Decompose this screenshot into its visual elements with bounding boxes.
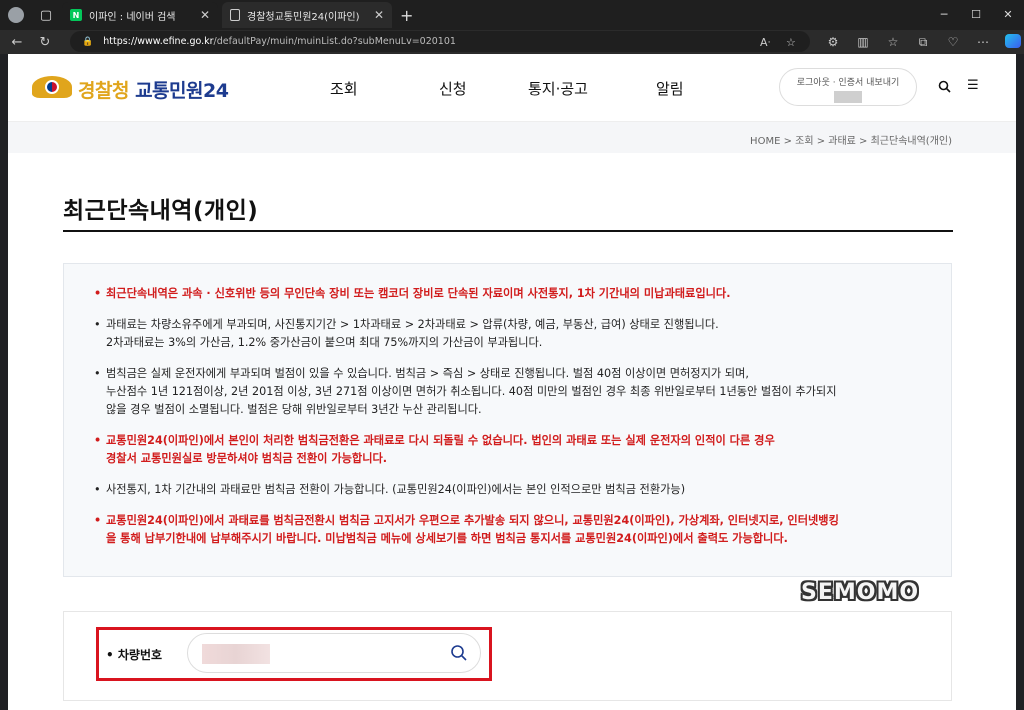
extension-icons: ⚙ ▥ ☆ ⧉ ♡ ⋯ bbox=[818, 30, 1024, 54]
vehicle-number-label: • 차량번호 bbox=[106, 648, 163, 662]
site-logo[interactable]: 경찰청 교통민원24 bbox=[32, 72, 229, 106]
page-title: 최근단속내역(개인) bbox=[63, 198, 259, 224]
naver-favicon-icon: N bbox=[70, 9, 82, 21]
user-name-blurred bbox=[834, 91, 862, 103]
logout-cert-export-link[interactable]: 로그아웃 · 인증서 내보내기 bbox=[780, 75, 916, 88]
tab-title: 경찰청교통민원24(이파인) bbox=[247, 11, 360, 23]
collections-icon[interactable]: ⧉ bbox=[908, 35, 938, 50]
notice-line: 교통민원24(이파인)에서 과태료를 범칙금전환시 범칙금 고지서가 우편으로 … bbox=[106, 514, 839, 527]
site-header: 경찰청 교통민원24 조회 신청 통지·공고 알림 로그아웃 · 인증서 내보내… bbox=[8, 54, 1016, 121]
browser-tab-naver[interactable]: N 이파인 : 네이버 검색 ✕ bbox=[62, 2, 218, 28]
menu-icon[interactable]: ☰ bbox=[967, 78, 979, 93]
favorite-star-icon[interactable]: ☆ bbox=[786, 36, 796, 49]
tab-title: 이파인 : 네이버 검색 bbox=[89, 11, 176, 23]
browser-tab-efine[interactable]: 경찰청교통민원24(이파인) ✕ bbox=[222, 2, 392, 28]
more-icon[interactable]: ⋯ bbox=[968, 35, 998, 49]
login-box[interactable]: 로그아웃 · 인증서 내보내기 bbox=[779, 68, 917, 106]
notice-line: 누산점수 1년 121점이상, 2년 201점 이상, 3년 271점 이상이면… bbox=[106, 385, 837, 398]
web-page: 경찰청 교통민원24 조회 신청 통지·공고 알림 로그아웃 · 인증서 내보내… bbox=[8, 54, 1016, 710]
police-emblem-icon bbox=[32, 72, 72, 106]
close-tab-icon[interactable]: ✕ bbox=[200, 8, 210, 22]
notice-box: 최근단속내역은 과속 · 신호위반 등의 무인단속 장비 또는 캠코더 장비로 … bbox=[63, 263, 952, 577]
notice-line: 않을 경우 벌점이 소멸됩니다. 벌점은 당해 위반일로부터 3년간 누산 관리… bbox=[106, 403, 482, 416]
notice-line: 을 통해 납부기한내에 납부해주시기 바랍니다. 미납범칙금 메뉴에 상세보기를… bbox=[106, 532, 788, 545]
notice-line: 최근단속내역은 과속 · 신호위반 등의 무인단속 장비 또는 캠코더 장비로 … bbox=[106, 287, 731, 300]
refresh-icon[interactable]: ↻ bbox=[34, 35, 56, 50]
nav-apply[interactable]: 신청 bbox=[439, 78, 467, 99]
new-tab-button[interactable]: + bbox=[400, 6, 413, 25]
notice-item: 최근단속내역은 과속 · 신호위반 등의 무인단속 장비 또는 캠코더 장비로 … bbox=[94, 285, 934, 303]
breadcrumb-bar: HOME > 조회 > 과태료 > 최근단속내역(개인) bbox=[8, 121, 1016, 153]
notice-item: 과태료는 차량소유주에게 부과되며, 사진통지기간 > 1차과태료 > 2차과태… bbox=[94, 316, 934, 352]
favorites-icon[interactable]: ☆ bbox=[878, 35, 908, 49]
title-divider bbox=[63, 230, 953, 232]
vehicle-number-input[interactable] bbox=[187, 633, 481, 673]
url-host: https://www.efine.go.kr bbox=[103, 36, 214, 47]
notice-item: 범칙금은 실제 운전자에게 부과되며 벌점이 있을 수 있습니다. 범칙금 > … bbox=[94, 365, 934, 419]
tab-actions-icon[interactable]: ▢ bbox=[34, 3, 58, 27]
maximize-icon[interactable]: ☐ bbox=[960, 0, 992, 30]
browser-toolbar: ← ↻ 🔒 https://www.efine.go.kr/defaultPay… bbox=[0, 30, 1024, 54]
notice-list: 최근단속내역은 과속 · 신호위반 등의 무인단속 장비 또는 캠코더 장비로 … bbox=[94, 285, 934, 561]
input-value-blurred bbox=[202, 644, 270, 664]
notice-item: 교통민원24(이파인)에서 과태료를 범칙금전환시 범칙금 고지서가 우편으로 … bbox=[94, 512, 934, 548]
logo-service: 교통민원24 bbox=[135, 79, 229, 102]
breadcrumb: HOME > 조회 > 과태료 > 최근단속내역(개인) bbox=[750, 136, 952, 147]
notice-line: 2차과태료는 3%의 가산금, 1.2% 중가산금이 붙으며 최대 75%까지의… bbox=[106, 336, 543, 349]
watermark: SEMOMO bbox=[801, 580, 920, 605]
close-window-icon[interactable]: ✕ bbox=[992, 0, 1024, 30]
logo-agency: 경찰청 bbox=[78, 79, 129, 102]
page-favicon-icon bbox=[230, 9, 240, 21]
profile-avatar[interactable] bbox=[4, 3, 28, 27]
minimize-icon[interactable]: ─ bbox=[928, 0, 960, 30]
notice-item: 사전통지, 1차 기간내의 과태료만 범칙금 전환이 가능합니다. (교통민원2… bbox=[94, 481, 934, 499]
notice-line: 경찰서 교통민원실로 방문하셔야 범칙금 전환이 가능합니다. bbox=[106, 452, 388, 465]
nav-alerts[interactable]: 알림 bbox=[656, 78, 684, 99]
search-panel: • 차량번호 bbox=[63, 611, 952, 701]
read-aloud-icon[interactable]: Aᐧ bbox=[760, 36, 770, 49]
extension-icon[interactable]: ⚙ bbox=[818, 35, 848, 49]
split-screen-icon[interactable]: ▥ bbox=[848, 35, 878, 49]
notice-line: 범칙금은 실제 운전자에게 부과되며 벌점이 있을 수 있습니다. 범칙금 > … bbox=[106, 367, 749, 380]
close-tab-icon[interactable]: ✕ bbox=[374, 8, 384, 22]
nav-notice[interactable]: 통지·공고 bbox=[528, 78, 588, 99]
notice-line: 사전통지, 1차 기간내의 과태료만 범칙금 전환이 가능합니다. (교통민원2… bbox=[106, 483, 686, 496]
browser-tab-bar: ▢ N 이파인 : 네이버 검색 ✕ 경찰청교통민원24(이파인) ✕ + ─ … bbox=[0, 0, 1024, 30]
notice-line: 과태료는 차량소유주에게 부과되며, 사진통지기간 > 1차과태료 > 2차과태… bbox=[106, 318, 719, 331]
back-icon[interactable]: ← bbox=[6, 35, 28, 50]
address-bar[interactable]: 🔒 https://www.efine.go.kr/defaultPay/mui… bbox=[70, 31, 810, 52]
copilot-icon[interactable] bbox=[998, 33, 1024, 51]
notice-line: 교통민원24(이파인)에서 본인이 처리한 범칙금전환은 과태료로 다시 되돌릴… bbox=[106, 434, 775, 447]
search-icon[interactable] bbox=[938, 80, 951, 97]
health-icon[interactable]: ♡ bbox=[938, 35, 968, 49]
search-icon[interactable] bbox=[450, 644, 468, 666]
lock-icon: 🔒 bbox=[82, 36, 94, 47]
window-controls: ─ ☐ ✕ bbox=[928, 0, 1024, 30]
notice-item: 교통민원24(이파인)에서 본인이 처리한 범칙금전환은 과태료로 다시 되돌릴… bbox=[94, 432, 934, 468]
nav-lookup[interactable]: 조회 bbox=[330, 78, 358, 99]
url-path: /defaultPay/muin/muinList.do?subMenuLv=0… bbox=[213, 36, 456, 47]
